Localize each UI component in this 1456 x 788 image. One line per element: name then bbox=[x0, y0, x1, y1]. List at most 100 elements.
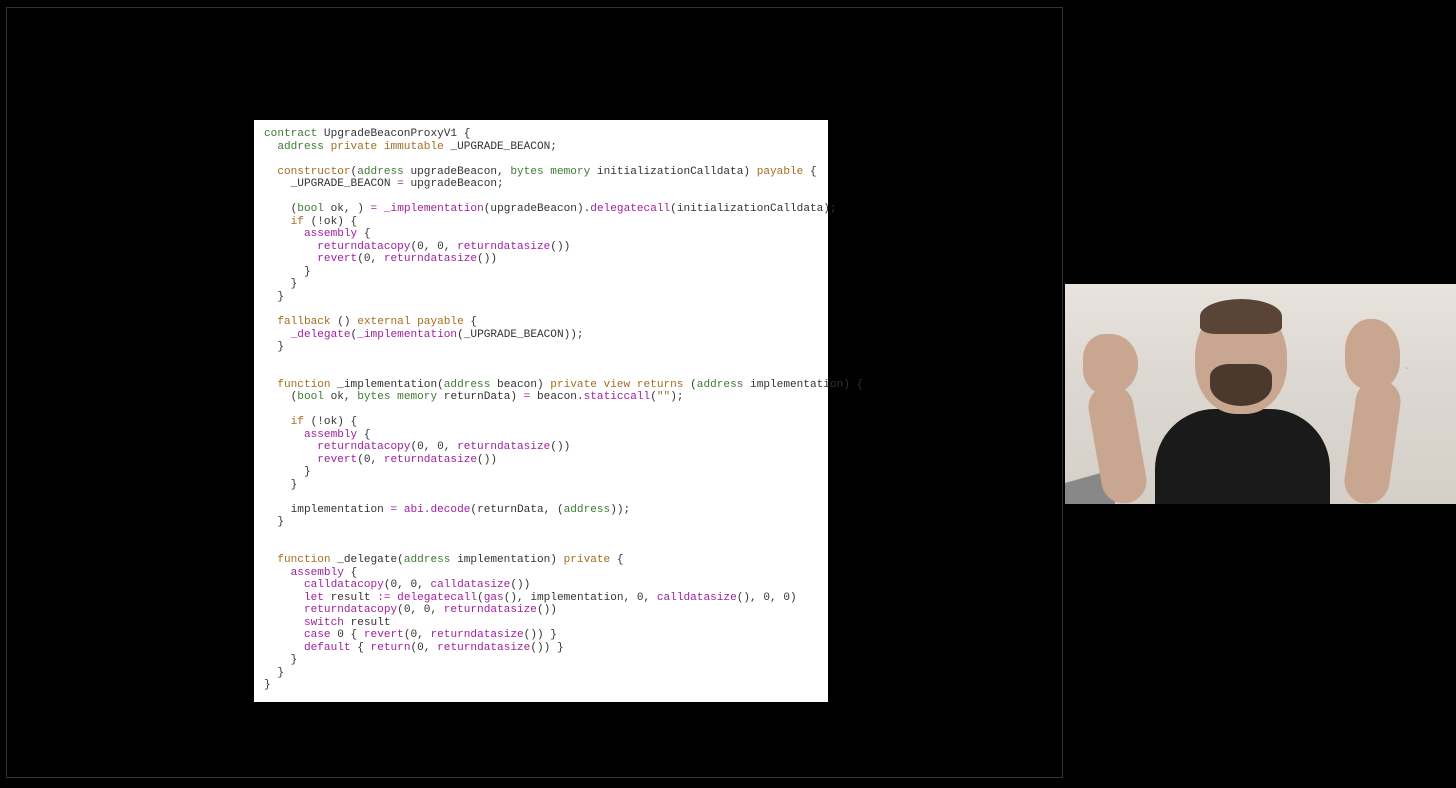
code-token: gas bbox=[484, 592, 504, 604]
code-token: default bbox=[264, 642, 351, 654]
code-token: assembly bbox=[264, 567, 344, 579]
code-token: _implementation( bbox=[331, 379, 444, 391]
code-token: assembly bbox=[264, 429, 357, 441]
code-token: ( bbox=[264, 391, 297, 403]
code-token: result bbox=[324, 592, 377, 604]
code-token: ( bbox=[477, 592, 484, 604]
code-token: ( bbox=[264, 203, 297, 215]
code-token: (), implementation, 0, bbox=[504, 592, 657, 604]
code-token: case bbox=[264, 629, 331, 641]
code-token: returndatasize bbox=[437, 642, 530, 654]
code-token: (), 0, 0) bbox=[737, 592, 797, 604]
code-token: delegatecall bbox=[590, 203, 670, 215]
code-token: (returnData, ( bbox=[470, 504, 563, 516]
code-token: ( bbox=[650, 391, 657, 403]
code-token: = bbox=[397, 178, 404, 190]
code-token: assembly bbox=[264, 228, 357, 240]
code-token: address bbox=[444, 379, 491, 391]
code-token: := bbox=[377, 592, 390, 604]
code-token: address bbox=[697, 379, 744, 391]
code-token: { bbox=[610, 554, 623, 566]
code-token: (0, 0, bbox=[410, 241, 457, 253]
code-token: private view returns bbox=[550, 379, 683, 391]
code-token: fallback bbox=[264, 316, 331, 328]
code-token: bytes memory bbox=[357, 391, 437, 403]
code-token: return bbox=[371, 642, 411, 654]
code-token: returndatacopy bbox=[264, 441, 410, 453]
code-token: external payable bbox=[357, 316, 464, 328]
code-token: { bbox=[351, 642, 371, 654]
code-token: 0 { bbox=[331, 629, 364, 641]
code-token: returndatasize bbox=[384, 454, 477, 466]
code-token: delegatecall bbox=[391, 592, 478, 604]
code-token: revert bbox=[364, 629, 404, 641]
code-token: (0, 0, bbox=[384, 579, 431, 591]
code-token: initializationCalldata) bbox=[590, 166, 756, 178]
code-token: } bbox=[264, 266, 311, 278]
code-token: (0, bbox=[357, 253, 384, 265]
code-token: (!ok) { bbox=[304, 216, 357, 228]
code-token: (0, bbox=[410, 642, 437, 654]
code-token: ok, ) bbox=[324, 203, 371, 215]
code-token: address bbox=[264, 141, 324, 153]
code-token: } bbox=[264, 341, 284, 353]
code-token: } bbox=[264, 667, 284, 679]
code-token: constructor bbox=[264, 166, 351, 178]
code-token: } bbox=[264, 679, 271, 691]
code-token: abi.decode bbox=[397, 504, 470, 516]
code-token: upgradeBeacon, bbox=[404, 166, 511, 178]
code-token: bool bbox=[297, 203, 324, 215]
code-token: (_UPGRADE_BEACON)); bbox=[457, 329, 584, 341]
code-token: calldatasize bbox=[430, 579, 510, 591]
code-token: function bbox=[264, 554, 331, 566]
code-token: upgradeBeacon; bbox=[404, 178, 504, 190]
code-token: implementation bbox=[264, 504, 391, 516]
code-token: ()) bbox=[477, 253, 497, 265]
code-token: ()) } bbox=[524, 629, 557, 641]
code-token: ok, bbox=[324, 391, 357, 403]
code-token: { bbox=[803, 166, 816, 178]
code-token: ()) bbox=[550, 241, 570, 253]
code-token: (0, 0, bbox=[397, 604, 444, 616]
code-token: _implementation bbox=[357, 329, 457, 341]
code-token: { bbox=[357, 228, 370, 240]
code-token: (0, bbox=[357, 454, 384, 466]
code-token: bytes memory bbox=[510, 166, 590, 178]
code-token: ()) bbox=[550, 441, 570, 453]
code-token: ()) bbox=[537, 604, 557, 616]
code-token: _implementation bbox=[377, 203, 484, 215]
code-token: if bbox=[264, 216, 304, 228]
presenter-arm-right bbox=[1342, 376, 1404, 504]
code-token: returndatacopy bbox=[264, 604, 397, 616]
code-token: returnData) bbox=[437, 391, 524, 403]
code-token: contract bbox=[264, 128, 317, 140]
code-token: returndatacopy bbox=[264, 241, 410, 253]
code-token: _delegate( bbox=[331, 554, 404, 566]
code-token: returndatasize bbox=[430, 629, 523, 641]
code-token: returndatasize bbox=[457, 441, 550, 453]
presenter-hand-left bbox=[1083, 334, 1138, 394]
code-token: { bbox=[464, 316, 477, 328]
code-token: "" bbox=[657, 391, 670, 403]
presentation-frame: contract UpgradeBeaconProxyV1 { address … bbox=[6, 7, 1063, 778]
code-token: function bbox=[264, 379, 331, 391]
presenter-torso bbox=[1155, 409, 1330, 504]
code-token: } bbox=[264, 516, 284, 528]
code-token: calldatacopy bbox=[264, 579, 384, 591]
code-token: revert bbox=[264, 454, 357, 466]
code-token: address bbox=[404, 554, 451, 566]
code-token: ( bbox=[683, 379, 696, 391]
code-token: } bbox=[264, 654, 297, 666]
code-token: returndatasize bbox=[384, 253, 477, 265]
code-token: _UPGRADE_BEACON; bbox=[444, 141, 557, 153]
code-token: } bbox=[264, 291, 284, 303]
code-snippet: contract UpgradeBeaconProxyV1 { address … bbox=[254, 120, 828, 702]
code-token: returndatasize bbox=[457, 241, 550, 253]
code-token: (initializationCalldata); bbox=[670, 203, 836, 215]
code-token: ); bbox=[670, 391, 683, 403]
presenter-hair bbox=[1200, 299, 1282, 334]
code-token: let bbox=[264, 592, 324, 604]
code-token: ()) bbox=[510, 579, 530, 591]
presenter-webcam: · | · bbox=[1065, 284, 1456, 504]
code-token: address bbox=[357, 166, 404, 178]
